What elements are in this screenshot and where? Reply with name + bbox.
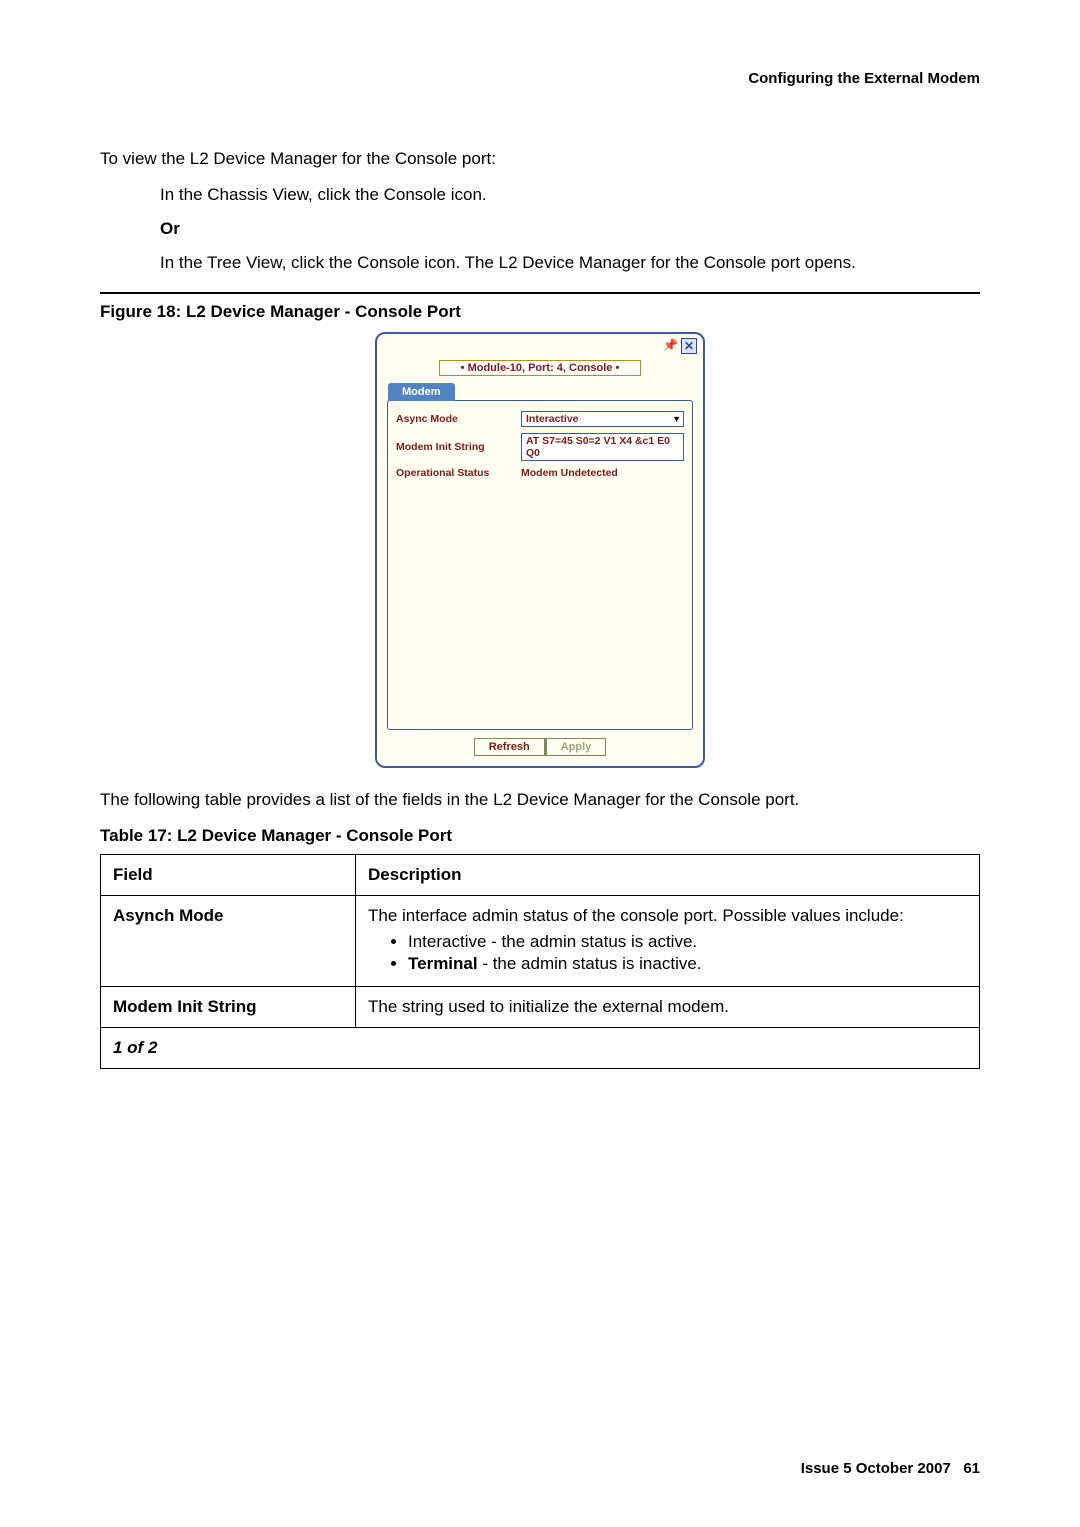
console-port-dialog: 📌 ✕ • Module-10, Port: 4, Console • Mode… — [375, 332, 705, 768]
pin-icon[interactable]: 📌 — [663, 338, 677, 352]
dialog-title: • Module-10, Port: 4, Console • — [439, 360, 641, 376]
operational-status-value: Modem Undetected — [521, 467, 618, 479]
close-icon[interactable]: ✕ — [681, 338, 697, 354]
tab-modem[interactable]: Modem — [388, 383, 455, 401]
table-caption: Table 17: L2 Device Manager - Console Po… — [100, 826, 980, 846]
step-1-text: In the Chassis View, click the Console i… — [160, 183, 980, 207]
modem-init-desc: The string used to initialize the extern… — [356, 987, 980, 1028]
table-pager: 1 of 2 — [101, 1028, 980, 1069]
table-pager-row: 1 of 2 — [101, 1028, 980, 1069]
refresh-button[interactable]: Refresh — [474, 738, 546, 756]
field-modem-init: Modem Init String — [113, 997, 257, 1016]
modem-init-label: Modem Init String — [396, 441, 521, 453]
modem-init-input[interactable]: AT S7=45 S0=2 V1 X4 &c1 E0 Q0 — [521, 433, 684, 461]
step-2-text: In the Tree View, click the Console icon… — [160, 251, 980, 275]
table-row: Asynch Mode The interface admin status o… — [101, 896, 980, 987]
async-mode-label: Async Mode — [396, 413, 521, 425]
intro-text: To view the L2 Device Manager for the Co… — [100, 147, 980, 171]
bullet-interactive: Interactive - the admin status is active… — [408, 932, 967, 952]
bullet-terminal-bold: Terminal — [408, 954, 478, 973]
footer-issue: Issue 5 October 2007 — [801, 1460, 951, 1477]
asynch-desc-intro: The interface admin status of the consol… — [368, 906, 904, 925]
or-label: Or — [160, 219, 980, 239]
figure-divider — [100, 292, 980, 294]
async-mode-dropdown[interactable]: Interactive ▼ — [521, 411, 684, 427]
col-description: Description — [356, 855, 980, 896]
after-figure-text: The following table provides a list of t… — [100, 788, 980, 812]
page-header-title: Configuring the External Modem — [100, 70, 980, 87]
col-field: Field — [101, 855, 356, 896]
async-mode-value: Interactive — [526, 413, 579, 425]
dialog-panel: Async Mode Interactive ▼ Modem Init Stri… — [387, 400, 693, 730]
table-row: Modem Init String The string used to ini… — [101, 987, 980, 1028]
bullet-terminal: Terminal - the admin status is inactive. — [408, 954, 967, 974]
page-footer: Issue 5 October 2007 61 — [801, 1460, 980, 1477]
chevron-down-icon: ▼ — [672, 414, 681, 424]
table-header-row: Field Description — [101, 855, 980, 896]
bullet-terminal-rest: - the admin status is inactive. — [478, 954, 702, 973]
field-asynch-mode: Asynch Mode — [113, 906, 224, 925]
apply-button[interactable]: Apply — [546, 738, 607, 756]
fields-table: Field Description Asynch Mode The interf… — [100, 854, 980, 1069]
footer-page-number: 61 — [963, 1460, 980, 1477]
figure-caption: Figure 18: L2 Device Manager - Console P… — [100, 302, 980, 322]
operational-status-label: Operational Status — [396, 467, 521, 479]
